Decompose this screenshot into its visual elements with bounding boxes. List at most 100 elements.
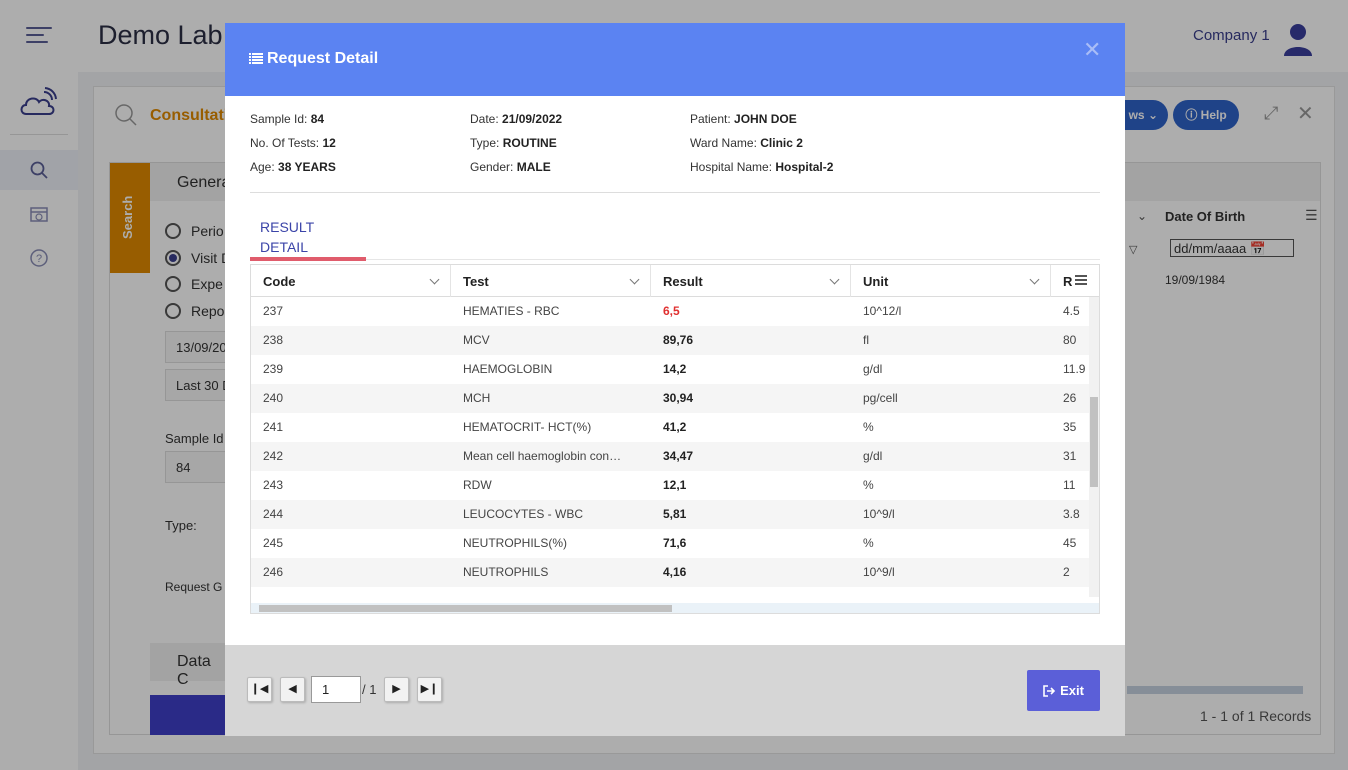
result-grid: Code Test Result Unit R 237 HEMATIES - RB… — [250, 264, 1100, 614]
vertical-scrollbar-thumb[interactable] — [1090, 397, 1098, 487]
cell-test: LEUCOCYTES - WBC — [463, 507, 584, 521]
column-header-unit[interactable]: Unit — [851, 265, 1051, 297]
cell-result: 89,76 — [663, 333, 694, 347]
chevron-down-icon[interactable] — [1029, 274, 1040, 285]
cell-test: NEUTROPHILS — [463, 565, 549, 579]
sign-out-icon — [1043, 685, 1056, 697]
cell-result: 34,47 — [663, 449, 694, 463]
cell-result: 14,2 — [663, 362, 687, 376]
cell-unit: pg/cell — [863, 391, 898, 405]
cell-unit: fl — [863, 333, 869, 347]
info-age: Age: 38 YEARS — [250, 160, 336, 174]
modal-footer: ❙◀ ◀ / 1 ▶ ▶❙ Exit — [225, 645, 1125, 736]
page-total: / 1 — [362, 682, 377, 697]
info-hospital: Hospital Name: Hospital-2 — [690, 160, 834, 174]
cell-result: 4,16 — [663, 565, 687, 579]
tab-active-indicator — [250, 257, 366, 261]
grid-header: Code Test Result Unit R — [251, 265, 1099, 297]
exit-button[interactable]: Exit — [1027, 670, 1100, 711]
table-row[interactable]: 244 LEUCOCYTES - WBC 5,81 10^9/l 3.8 — [251, 500, 1089, 529]
cell-ref: 31 — [1063, 449, 1077, 463]
info-gender: Gender: MALE — [470, 160, 551, 174]
cell-result: 41,2 — [663, 420, 687, 434]
cell-code: 238 — [263, 333, 284, 347]
tab-bar-line — [366, 259, 1100, 260]
cell-code: 237 — [263, 304, 284, 318]
table-row[interactable]: 237 HEMATIES - RBC 6,5 10^12/l 4.5 — [251, 297, 1089, 326]
cell-code: 243 — [263, 478, 284, 492]
cell-test: RDW — [463, 478, 492, 492]
first-page-button[interactable]: ❙◀ — [247, 677, 272, 702]
grid-body: 237 HEMATIES - RBC 6,5 10^12/l 4.5 238 MCV 89,7… — [251, 297, 1089, 587]
cell-test: MCV — [463, 333, 490, 347]
info-patient: Patient: JOHN DOE — [690, 112, 797, 126]
vertical-scrollbar[interactable] — [1089, 297, 1099, 597]
chevron-down-icon[interactable] — [629, 274, 640, 285]
modal-header: Request Detail ✕ — [225, 23, 1125, 96]
cell-test: NEUTROPHILS(%) — [463, 536, 568, 550]
table-row[interactable]: 246 NEUTROPHILS 4,16 10^9/l 2 — [251, 558, 1089, 587]
cell-code: 242 — [263, 449, 284, 463]
cell-result: 71,6 — [663, 536, 687, 550]
cell-unit: g/dl — [863, 362, 883, 376]
info-ward: Ward Name: Clinic 2 — [690, 136, 803, 150]
cell-result: 12,1 — [663, 478, 687, 492]
list-icon — [249, 53, 263, 64]
cell-unit: 10^12/l — [863, 304, 902, 318]
request-detail-modal: Request Detail ✕ Sample Id: 84 No. Of Te… — [225, 23, 1125, 736]
cell-code: 244 — [263, 507, 284, 521]
cell-code: 246 — [263, 565, 284, 579]
cell-ref: 3.8 — [1063, 507, 1080, 521]
previous-page-button[interactable]: ◀ — [280, 677, 305, 702]
cell-code: 241 — [263, 420, 284, 434]
cell-code: 239 — [263, 362, 284, 376]
cell-test: HEMATIES - RBC — [463, 304, 560, 318]
chevron-down-icon[interactable] — [429, 274, 440, 285]
cell-unit: 10^9/l — [863, 507, 895, 521]
info-divider — [250, 192, 1100, 193]
column-menu-icon[interactable] — [1075, 275, 1087, 285]
modal-title: Request Detail — [249, 50, 378, 68]
cell-unit: % — [863, 420, 874, 434]
cell-code: 245 — [263, 536, 284, 550]
horizontal-scrollbar[interactable] — [251, 603, 1099, 613]
cell-unit: % — [863, 478, 874, 492]
table-row[interactable]: 241 HEMATOCRIT- HCT(%) 41,2% 35 — [251, 413, 1089, 442]
cell-test: MCH — [463, 391, 491, 405]
table-row[interactable]: 240 MCH 30,94 pg/cell 26 — [251, 384, 1089, 413]
last-page-button[interactable]: ▶❙ — [417, 677, 442, 702]
table-row[interactable]: 245 NEUTROPHILS(%) 71,6% 45 — [251, 529, 1089, 558]
cell-test: HAEMOGLOBIN — [463, 362, 553, 376]
cell-ref: 35 — [1063, 420, 1077, 434]
cell-test: HEMATOCRIT- HCT(%) — [463, 420, 592, 434]
cell-result: 6,5 — [663, 304, 680, 318]
modal-close-icon[interactable]: ✕ — [1083, 37, 1101, 63]
info-date: Date: 21/09/2022 — [470, 112, 563, 126]
cell-ref: 11 — [1063, 478, 1076, 492]
cell-unit: g/dl — [863, 449, 883, 463]
cell-ref: 26 — [1063, 391, 1077, 405]
table-row[interactable]: 239 HAEMOGLOBIN 14,2 g/dl 11.9 — [251, 355, 1089, 384]
chevron-down-icon[interactable] — [829, 274, 840, 285]
cell-ref: 80 — [1063, 333, 1077, 347]
table-row[interactable]: 243 RDW 12,1% 11 — [251, 471, 1089, 500]
info-type: Type: ROUTINE — [470, 136, 557, 150]
next-page-button[interactable]: ▶ — [384, 677, 409, 702]
page-number-input[interactable] — [311, 676, 361, 703]
cell-unit: 10^9/l — [863, 565, 895, 579]
horizontal-scrollbar-thumb[interactable] — [259, 605, 672, 612]
cell-code: 240 — [263, 391, 284, 405]
cell-result: 5,81 — [663, 507, 687, 521]
info-tests-count: No. Of Tests: 12 — [250, 136, 336, 150]
table-row[interactable]: 238 MCV 89,76 fl 80 — [251, 326, 1089, 355]
column-header-test[interactable]: Test — [451, 265, 651, 297]
tab-result-detail[interactable]: RESULT DETAIL — [250, 217, 366, 261]
cell-result: 30,94 — [663, 391, 694, 405]
column-header-result[interactable]: Result — [651, 265, 851, 297]
cell-unit: % — [863, 536, 874, 550]
table-row[interactable]: 242 Mean cell haemoglobin con… 34,47 g/dl 31 — [251, 442, 1089, 471]
info-sample-id: Sample Id: 84 — [250, 112, 325, 126]
column-header-code[interactable]: Code — [251, 265, 451, 297]
cell-ref: 45 — [1063, 536, 1077, 550]
cell-test: Mean cell haemoglobin con… — [463, 449, 622, 463]
